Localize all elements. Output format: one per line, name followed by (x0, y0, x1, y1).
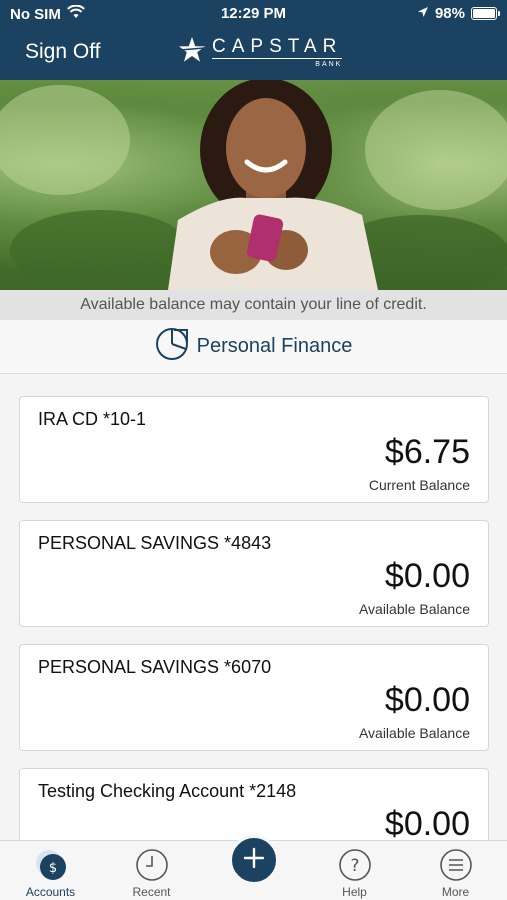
account-name: Testing Checking Account *2148 (38, 781, 297, 801)
balance-type: Current Balance (368, 477, 470, 493)
capstar-logo: CAPSTAR BANK (178, 36, 343, 69)
balance-type: Available Balance (358, 601, 470, 617)
personal-finance-label: Personal Finance (196, 335, 353, 357)
accounts-icon: $ (34, 848, 68, 882)
account-name: PERSONAL SAVINGS *4843 (38, 533, 272, 553)
logo-subtitle: BANK (315, 61, 343, 68)
location-arrow-icon (417, 5, 429, 22)
tab-help[interactable]: ? Help (304, 841, 405, 900)
menu-icon (439, 848, 473, 882)
svg-text:$: $ (48, 861, 56, 876)
plus-icon (242, 846, 266, 875)
balance-type: Available Balance (358, 725, 470, 741)
hero-image (0, 80, 507, 290)
add-button[interactable] (229, 835, 279, 885)
personal-finance-link[interactable]: Personal Finance (0, 320, 507, 374)
account-balance: $0.00 (384, 557, 470, 595)
battery-percent: 98% (434, 5, 465, 22)
tab-accounts[interactable]: $ Accounts (0, 841, 101, 900)
account-card[interactable]: PERSONAL SAVINGS *4843 $0.00 Available B… (19, 520, 489, 627)
star-icon (178, 36, 206, 69)
clock-icon (135, 848, 169, 882)
pie-chart-icon (155, 327, 189, 366)
tab-recent[interactable]: Recent (101, 841, 202, 900)
tab-more-label: More (441, 885, 470, 899)
balance-notice: Available balance may contain your line … (0, 290, 507, 320)
account-balance: $0.00 (384, 805, 470, 843)
status-bar: No SIM 12:29 PM 98% (0, 0, 507, 28)
woman-with-phone-illustration (0, 80, 507, 290)
svg-text:?: ? (350, 856, 359, 876)
account-name: IRA CD *10-1 (38, 409, 147, 429)
account-balance: $6.75 (384, 433, 470, 471)
battery-icon (471, 7, 500, 20)
account-card[interactable]: IRA CD *10-1 $6.75 Current Balance (19, 396, 489, 503)
status-right: 98% (417, 5, 500, 22)
tab-help-label: Help (342, 885, 367, 899)
account-balance: $0.00 (384, 681, 470, 719)
tab-more[interactable]: More (405, 841, 506, 900)
tab-accounts-label: Accounts (25, 885, 76, 899)
app-header: No SIM 12:29 PM 98% Sign Off CAPSTAR BAN… (0, 0, 507, 80)
sign-off-button[interactable]: Sign Off (25, 40, 101, 64)
account-card[interactable]: PERSONAL SAVINGS *6070 $0.00 Available B… (19, 644, 489, 751)
battery-level (473, 9, 495, 18)
tab-recent-label: Recent (132, 885, 171, 899)
account-name: PERSONAL SAVINGS *6070 (38, 657, 272, 677)
help-icon: ? (338, 848, 372, 882)
logo-name: CAPSTAR (212, 36, 343, 59)
logo-wordmark: CAPSTAR BANK (212, 36, 343, 68)
